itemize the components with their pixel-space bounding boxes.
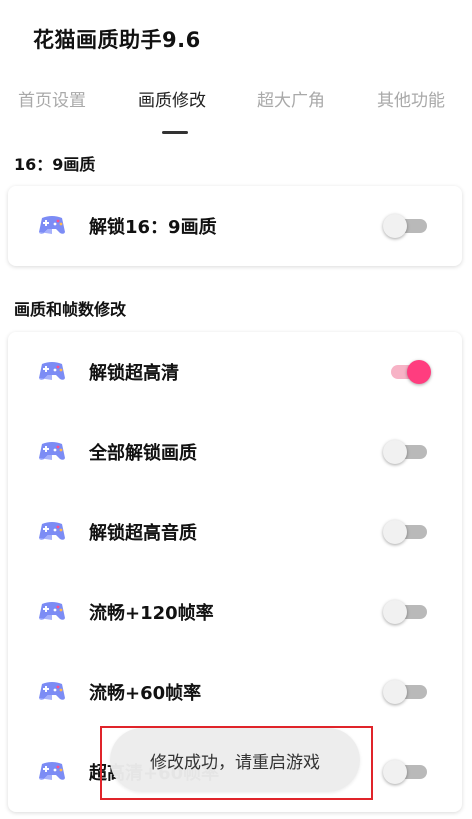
gamepad-icon <box>39 522 65 540</box>
card-16-9: 解锁16：9画质 <box>8 186 462 266</box>
gamepad-icon <box>39 442 65 460</box>
active-tab-indicator <box>162 131 188 134</box>
gamepad-icon <box>39 682 65 700</box>
gamepad-icon <box>39 602 65 620</box>
toggle-label: 流畅+60帧率 <box>89 683 202 704</box>
tab-bar: 首页设置 画质修改 超大广角 其他功能 <box>0 86 472 136</box>
tab-wide-angle[interactable]: 超大广角 <box>257 86 325 111</box>
toggle-switch[interactable] <box>383 677 431 707</box>
toggle-switch[interactable] <box>383 597 431 627</box>
list-item[interactable]: 全部解锁画质 <box>8 412 462 492</box>
gamepad-icon <box>39 762 65 780</box>
list-item[interactable]: 解锁超高清 <box>8 332 462 412</box>
section-title-quality-fps: 画质和帧数修改 <box>14 300 127 319</box>
app-title: 花猫画质助手9.6 <box>33 28 201 52</box>
list-item[interactable]: 流畅+60帧率 <box>8 652 462 732</box>
toggle-switch[interactable] <box>383 517 431 547</box>
toggle-label: 解锁超高清 <box>89 363 179 384</box>
list-item[interactable]: 解锁超高音质 <box>8 492 462 572</box>
toggle-label: 全部解锁画质 <box>89 443 197 464</box>
toggle-switch[interactable] <box>383 211 431 241</box>
toggle-label: 解锁16：9画质 <box>89 217 217 238</box>
gamepad-icon <box>39 362 65 380</box>
toggle-switch[interactable] <box>383 357 431 387</box>
section-title-16-9: 16：9画质 <box>14 155 96 174</box>
tab-quality-edit[interactable]: 画质修改 <box>138 86 206 111</box>
toggle-switch[interactable] <box>383 437 431 467</box>
tab-home-settings[interactable]: 首页设置 <box>18 86 86 111</box>
toggle-label: 解锁超高音质 <box>89 523 197 544</box>
list-item[interactable]: 流畅+120帧率 <box>8 572 462 652</box>
gamepad-icon <box>39 216 65 234</box>
toggle-switch[interactable] <box>383 757 431 787</box>
list-item[interactable]: 解锁16：9画质 <box>8 186 462 266</box>
tab-other-functions[interactable]: 其他功能 <box>377 86 445 111</box>
toggle-label: 流畅+120帧率 <box>89 603 214 624</box>
highlight-box <box>100 726 373 800</box>
